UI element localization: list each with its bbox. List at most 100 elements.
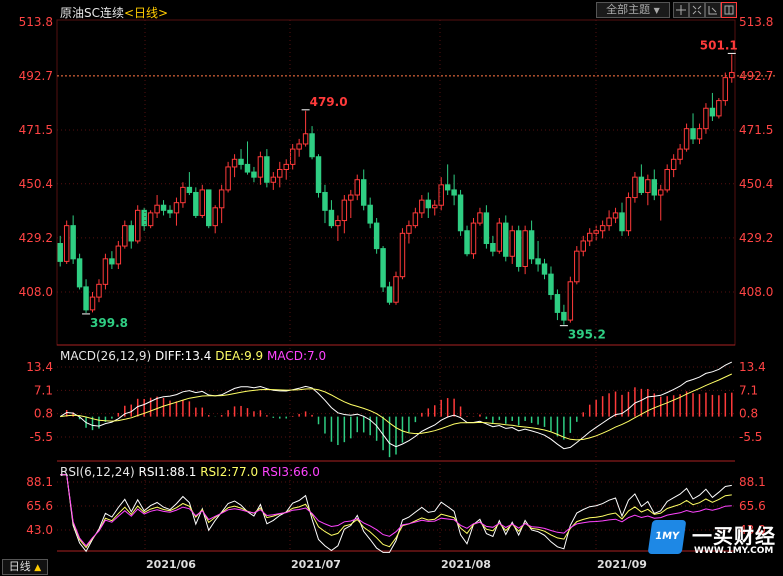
diff-legend: DIFF:13.4 — [154, 349, 212, 363]
candle-body — [438, 184, 444, 206]
candle-body — [380, 248, 386, 288]
candle-body — [89, 296, 96, 311]
candle-body — [548, 273, 554, 296]
candle-body — [703, 107, 709, 130]
period-label[interactable]: <日线> — [124, 6, 168, 20]
candle-body — [109, 258, 115, 265]
candle-body — [283, 163, 289, 171]
watermark-logo: 1MY — [647, 520, 687, 554]
candle-body — [561, 311, 567, 321]
instrument-title: 原油SC连续 — [60, 6, 124, 20]
candle-body — [134, 209, 141, 242]
candle-body — [348, 194, 354, 201]
settings-button[interactable] — [721, 2, 737, 18]
candle-body — [554, 294, 561, 313]
candle-body — [367, 204, 373, 224]
candle-body — [264, 156, 270, 183]
x-axis-label: 2021/06 — [146, 558, 196, 571]
price-tick-right: 450.4 — [739, 177, 773, 191]
candle-body — [483, 212, 490, 245]
candle-body — [315, 156, 322, 193]
candle-body — [586, 232, 593, 242]
candle-body — [541, 263, 548, 275]
candle-body — [277, 169, 283, 178]
candle-body — [296, 143, 302, 150]
chevron-up-icon: ▲ — [34, 563, 42, 573]
candle-body — [186, 186, 193, 193]
candle-body — [309, 133, 315, 158]
period-switch-label: 日线 — [8, 560, 31, 573]
scheme-label: 全部主题 — [606, 3, 651, 16]
candle-body — [619, 212, 625, 232]
candle-body — [515, 230, 522, 267]
candle-body — [670, 158, 677, 171]
candle-body — [354, 179, 360, 196]
scheme-dropdown[interactable]: 全部主题 ▼ — [596, 2, 670, 18]
rsi2-legend: RSI2:77.0 — [200, 465, 259, 479]
candle-body — [231, 158, 238, 168]
macd-tick-right: 0.8 — [739, 407, 758, 421]
dea-legend: DEA:9.9 — [215, 349, 264, 363]
rsi3-line — [60, 474, 732, 547]
candle-body — [606, 217, 612, 227]
rsi1-legend: RSI1:88.1 — [138, 465, 197, 479]
price-tick-left: 429.2 — [19, 231, 53, 245]
candle-body — [658, 189, 664, 196]
candle-body — [651, 179, 658, 196]
candle-body — [580, 240, 586, 252]
rsi-tick-left: 65.6 — [26, 499, 53, 513]
candle-body — [496, 222, 503, 252]
macd-legend: MACD(26,12,9) DIFF:13.4 DEA:9.9 MACD:7.0 — [60, 349, 326, 363]
candle-body — [270, 176, 277, 183]
price-tick-right: 408.0 — [739, 285, 773, 299]
candle-body — [406, 225, 412, 234]
candle-body — [470, 222, 477, 255]
candle-body — [173, 202, 180, 214]
candle-body — [683, 128, 690, 150]
candle-body — [677, 148, 683, 160]
candle-body — [335, 220, 341, 227]
price-tick-right: 492.7 — [739, 69, 773, 83]
candle-body — [122, 225, 128, 247]
price-tick-left: 492.7 — [19, 69, 53, 83]
candle-body — [509, 230, 515, 257]
candle-body — [535, 258, 541, 265]
candle-body — [193, 191, 199, 216]
candle-body — [96, 283, 102, 298]
crosshair-icon — [676, 5, 686, 15]
rsi3-legend: RSI3:66.0 — [261, 465, 320, 479]
exit-button[interactable] — [705, 2, 721, 18]
candle-body — [457, 194, 464, 232]
period-switch-button[interactable]: 日线 ▲ — [2, 559, 48, 575]
candle-body — [599, 225, 606, 232]
candle-body — [302, 133, 309, 145]
chart-canvas: 513.8 513.8 492.7 492.7 471.5 471.5 450.4 450.4… — [19, 15, 775, 571]
candle-body — [360, 179, 367, 206]
candle-body — [57, 243, 63, 262]
candle-body — [206, 189, 212, 227]
candle-body — [464, 230, 470, 255]
candle-body — [503, 222, 509, 257]
settings-icon — [724, 5, 734, 15]
rsi-tick-left: 88.1 — [26, 475, 53, 489]
candle-body — [83, 286, 89, 311]
candle-body — [289, 148, 296, 165]
low-annotation: 395.2 — [568, 328, 606, 342]
candle-body — [128, 225, 134, 242]
candle-body — [522, 230, 528, 267]
candle-body — [425, 199, 432, 209]
candle-body — [696, 128, 703, 140]
expand-button[interactable] — [689, 2, 705, 18]
x-axis-label: 2021/07 — [291, 558, 341, 571]
candle-body — [167, 209, 173, 214]
candle-body — [199, 189, 206, 216]
candle-body — [709, 107, 716, 117]
crosshair-button[interactable] — [673, 2, 689, 18]
macd-title: MACD(26,12,9) — [60, 349, 152, 363]
watermark-url: WWW.1MY.COM — [694, 546, 774, 556]
macd-tick-right: 7.1 — [739, 383, 758, 397]
candle-body — [729, 72, 735, 79]
candle-body — [432, 204, 438, 209]
rsi-tick-right: 65.6 — [739, 499, 766, 513]
candle-body — [212, 207, 218, 227]
